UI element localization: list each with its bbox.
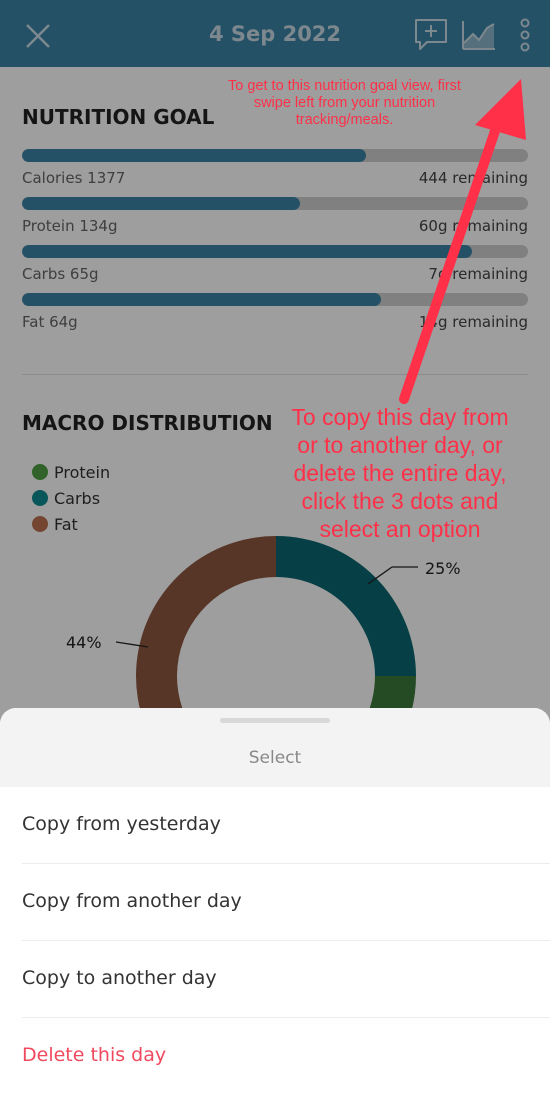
option-delete-this-day[interactable]: Delete this day [0, 1018, 550, 1095]
option-label: Copy from another day [22, 890, 242, 912]
sheet-header: Select [0, 708, 550, 787]
option-copy-from-another-day[interactable]: Copy from another day [0, 864, 550, 941]
action-sheet: Select Copy from yesterday Copy from ano… [0, 708, 550, 1086]
option-copy-from-yesterday[interactable]: Copy from yesterday [0, 787, 550, 864]
option-label: Delete this day [22, 1044, 167, 1066]
annotation-note-main: To copy this day from or to another day,… [291, 404, 509, 542]
sheet-grabber[interactable] [220, 718, 330, 723]
option-label: Copy to another day [22, 967, 217, 989]
annotation-note-top: To get to this nutrition goal view, firs… [228, 78, 461, 128]
sheet-title: Select [248, 748, 302, 768]
option-label: Copy from yesterday [22, 813, 221, 835]
option-copy-to-another-day[interactable]: Copy to another day [0, 941, 550, 1018]
